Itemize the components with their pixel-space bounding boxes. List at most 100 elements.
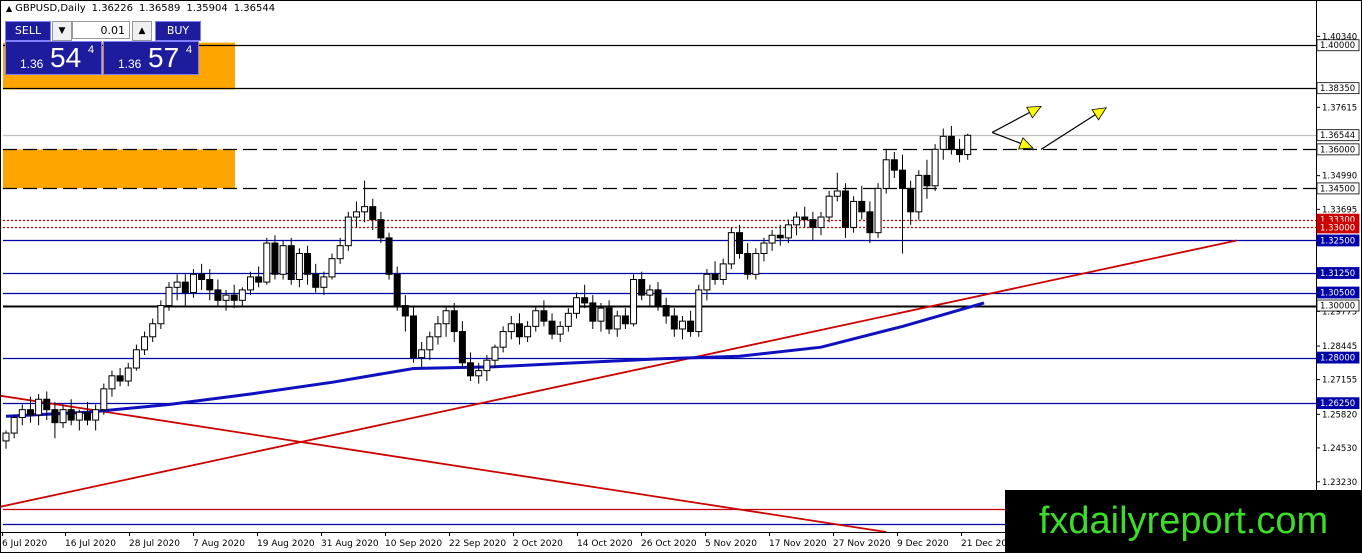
level-badge-label: 1.30000 xyxy=(1320,302,1355,312)
candle-body xyxy=(149,323,157,338)
candle-body xyxy=(475,370,483,377)
candle-body xyxy=(630,279,638,325)
date-label: 9 Dec 2020 xyxy=(897,539,949,549)
low-value: 1.35904 xyxy=(186,3,228,14)
candle-body xyxy=(923,174,931,187)
candle-body xyxy=(581,297,589,304)
candle-body xyxy=(964,134,972,156)
candle-body xyxy=(418,349,426,359)
candle-body xyxy=(458,331,466,364)
candle-body xyxy=(866,211,874,234)
candle-body xyxy=(515,323,523,338)
candle-body xyxy=(646,289,654,296)
candle-body xyxy=(727,232,735,265)
candle-body xyxy=(956,148,964,156)
candle-body xyxy=(483,359,491,372)
candle-body xyxy=(768,234,776,244)
candle-body xyxy=(670,315,678,330)
level-badge-label: 1.36000 xyxy=(1320,145,1355,155)
candle-body xyxy=(206,279,214,291)
date-label: 22 Sep 2020 xyxy=(449,539,506,549)
candle-body xyxy=(613,315,621,330)
candle-body xyxy=(67,409,75,421)
candle-body xyxy=(271,242,279,275)
trendline-1[interactable] xyxy=(0,394,887,533)
candle-body xyxy=(320,276,328,288)
collapse-triangle-icon[interactable]: ▲ xyxy=(6,4,12,13)
candle-body xyxy=(165,286,173,307)
candle-body xyxy=(736,232,743,254)
candle-body xyxy=(793,216,801,226)
candle-body xyxy=(238,289,246,301)
candle-body xyxy=(662,305,670,317)
candle-body xyxy=(784,224,792,239)
date-label: 26 Oct 2020 xyxy=(641,539,697,549)
level-badge-label: 1.34500 xyxy=(1320,184,1355,194)
date-label: 19 Aug 2020 xyxy=(257,539,315,549)
candle-body xyxy=(255,276,263,283)
candle-body xyxy=(312,273,320,288)
candle-body xyxy=(654,289,662,307)
candle-body xyxy=(776,234,784,239)
candle-body xyxy=(907,187,915,213)
candle-body xyxy=(573,297,580,314)
candle-body xyxy=(899,169,906,189)
sell-price-pips: 54 xyxy=(50,42,82,73)
price-tick-label: 1.34990 xyxy=(1322,172,1357,182)
price-tick-label: 1.37615 xyxy=(1322,103,1357,113)
candle-body xyxy=(744,252,752,275)
candle-body xyxy=(499,331,507,348)
candle-body xyxy=(336,245,344,260)
watermark-banner: fxdailyreport.com xyxy=(1005,490,1362,553)
price-tick-label: 1.25820 xyxy=(1322,410,1357,420)
symbol-label: GBPUSD,Daily xyxy=(15,3,86,14)
candle-body xyxy=(426,336,434,351)
chart-svg[interactable]: 1.403401.383501.376151.349901.336951.297… xyxy=(0,0,1362,553)
arrow-head-2 xyxy=(1091,107,1108,121)
candle-body xyxy=(491,346,499,361)
date-label: 10 Sep 2020 xyxy=(385,539,442,549)
candle-body xyxy=(638,279,646,296)
candle-body xyxy=(524,325,532,338)
date-label: 28 Jul 2020 xyxy=(129,539,180,549)
price-tick-label: 1.23230 xyxy=(1322,478,1357,488)
candle-body xyxy=(532,310,540,327)
high-value: 1.36589 xyxy=(139,3,181,14)
date-label: 14 Oct 2020 xyxy=(577,539,633,549)
candle-body xyxy=(222,294,230,301)
candle-body xyxy=(401,305,409,317)
arrow-head-0 xyxy=(1026,105,1042,119)
date-label: 5 Nov 2020 xyxy=(705,539,757,549)
candle-body xyxy=(556,325,564,335)
candle-body xyxy=(295,252,303,281)
candle-body xyxy=(890,159,898,171)
buy-price-button[interactable]: 1.36 57 4 xyxy=(103,41,199,75)
lot-dropdown-icon[interactable]: ▼ xyxy=(52,21,72,41)
price-chart[interactable]: 1.403401.383501.376151.349901.336951.297… xyxy=(0,0,1362,553)
candle-body xyxy=(467,362,475,377)
candle-body xyxy=(59,409,67,424)
chart-title-bar: ▲ GBPUSD,Daily 1.36226 1.36589 1.35904 1.3654… xyxy=(6,3,281,14)
sell-price-button[interactable]: 1.36 54 4 xyxy=(5,41,102,75)
candle-body xyxy=(181,281,189,294)
buy-price-pips: 57 xyxy=(148,42,180,73)
lot-stepper-up-icon[interactable]: ▲ xyxy=(132,21,152,41)
candle-body xyxy=(410,315,417,359)
candle-body xyxy=(801,216,809,221)
candle-body xyxy=(100,388,108,411)
level-badge-label: 1.32500 xyxy=(1320,236,1355,246)
buy-button[interactable]: BUY xyxy=(155,21,201,41)
sell-button[interactable]: SELL xyxy=(5,21,51,41)
orange-zone-1 xyxy=(3,149,235,189)
candle-body xyxy=(157,305,165,325)
open-value: 1.36226 xyxy=(91,3,134,14)
candle-body xyxy=(947,135,955,150)
candle-body xyxy=(589,302,597,322)
candle-body xyxy=(548,320,556,335)
candle-body xyxy=(10,416,18,434)
candle-body xyxy=(369,206,377,221)
candle-body xyxy=(124,367,132,382)
date-label: 27 Nov 2020 xyxy=(833,539,891,549)
lot-size-input[interactable]: 0.01 xyxy=(72,21,130,39)
candle-body xyxy=(703,273,711,291)
